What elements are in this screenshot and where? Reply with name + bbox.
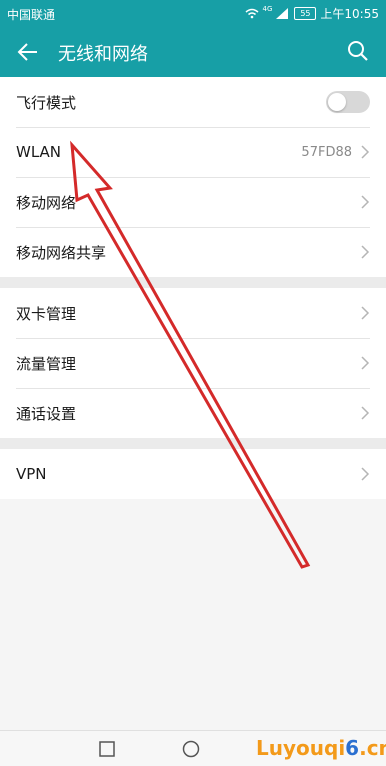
dual-sim-label: 双卡管理: [16, 304, 77, 323]
chevron-right-icon: [361, 306, 370, 320]
page-title: 无线和网络: [58, 44, 148, 65]
dual-sim-row[interactable]: 双卡管理: [0, 288, 386, 338]
airplane-mode-row[interactable]: 飞行模式: [0, 77, 386, 127]
airplane-mode-label: 飞行模式: [16, 93, 77, 112]
chevron-right-icon: [361, 406, 370, 420]
battery-icon: 55: [294, 7, 317, 20]
tethering-label: 移动网络共享: [16, 243, 107, 262]
navigation-bar: Luyouqi6.cn: [0, 730, 386, 766]
wlan-label: WLAN: [16, 143, 62, 161]
wifi-icon: [245, 8, 258, 19]
settings-group-network: 飞行模式 WLAN 57FD88 移动网络 移动网络共享: [0, 77, 386, 277]
chevron-right-icon: [361, 467, 370, 481]
search-icon[interactable]: [344, 37, 372, 65]
settings-group-sim: 双卡管理 流量管理 通话设置: [0, 288, 386, 438]
status-icons: 4G 55 上午10:55: [245, 5, 379, 22]
home-circle-icon[interactable]: [181, 739, 201, 759]
toolbar: 无线和网络: [0, 26, 386, 77]
network-type-label: 4G: [262, 5, 273, 13]
chevron-right-icon: [361, 245, 370, 259]
vpn-row[interactable]: VPN: [0, 449, 386, 499]
chevron-right-icon: [361, 195, 370, 209]
status-bar: 中国联通 4G 55 上午10:55: [0, 0, 386, 26]
mobile-network-label: 移动网络: [16, 193, 77, 212]
signal-icon: [276, 8, 289, 19]
vpn-label: VPN: [16, 465, 47, 483]
carrier-label: 中国联通: [7, 8, 56, 22]
chevron-right-icon: [361, 145, 370, 159]
chevron-right-icon: [361, 356, 370, 370]
app-bar: 中国联通 4G 55 上午10:55 无线和网络: [0, 0, 386, 77]
section-divider: [0, 277, 386, 288]
wlan-row[interactable]: WLAN 57FD88: [0, 127, 386, 177]
wlan-network-name: 57FD88: [301, 144, 352, 160]
recents-square-icon[interactable]: [97, 739, 117, 759]
settings-group-vpn: VPN: [0, 449, 386, 499]
time-label: 上午10:55: [320, 7, 379, 21]
call-settings-label: 通话设置: [16, 404, 77, 423]
call-settings-row[interactable]: 通话设置: [0, 388, 386, 438]
settings-list: 飞行模式 WLAN 57FD88 移动网络 移动网络共享 双卡管理 流量管理 通…: [0, 77, 386, 499]
watermark-logo: Luyouqi6.cn: [256, 736, 386, 760]
data-usage-row[interactable]: 流量管理: [0, 338, 386, 388]
airplane-mode-toggle[interactable]: [326, 91, 370, 113]
data-usage-label: 流量管理: [16, 354, 77, 373]
mobile-network-row[interactable]: 移动网络: [0, 177, 386, 227]
arrow-left-icon[interactable]: [14, 38, 42, 66]
section-divider: [0, 438, 386, 449]
tethering-row[interactable]: 移动网络共享: [0, 227, 386, 277]
